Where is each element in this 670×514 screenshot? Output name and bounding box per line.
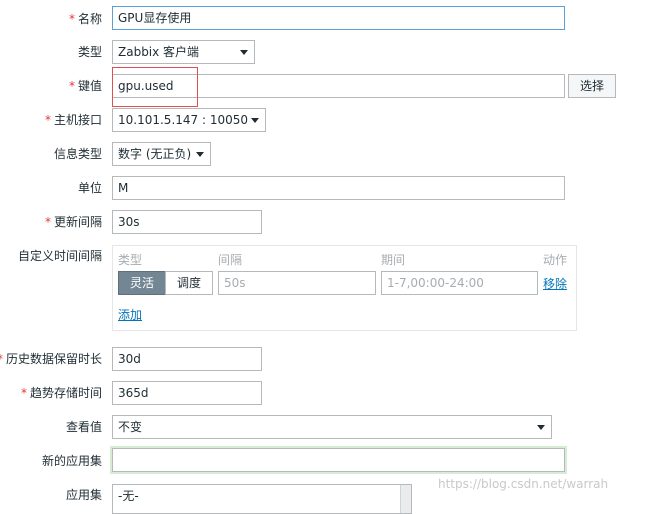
chevron-down-icon [537, 425, 545, 430]
applications-label: 应用集 [65, 488, 102, 502]
select-button[interactable]: 选择 [568, 74, 616, 98]
col-header-interval: 间隔 [218, 253, 243, 267]
mode-scheduling-button[interactable]: 调度 [165, 271, 213, 295]
type-select-value: Zabbix 客户端 [118, 45, 200, 59]
period-input[interactable]: 1-7,00:00-24:00 [381, 271, 538, 295]
custom-intervals-panel: 类型 间隔 期间 动作 灵活 调度 50s 1-7,00:00-24:00 移除… [112, 245, 577, 331]
key-label: * 键值 [68, 79, 102, 93]
new-application-label: 新的应用集 [41, 454, 102, 468]
custom-intervals-label: 自定义时间间隔 [17, 249, 102, 263]
type-select[interactable]: Zabbix 客户端 [112, 40, 255, 64]
chevron-down-icon [251, 118, 259, 123]
type-label: 类型 [77, 45, 102, 59]
name-input[interactable]: GPU显存使用 [112, 6, 565, 30]
show-value-select[interactable]: 不变 [112, 415, 552, 439]
col-header-period: 期间 [381, 253, 406, 267]
history-input[interactable]: 30d [112, 347, 262, 371]
units-input[interactable]: M [112, 176, 565, 200]
add-link[interactable]: 添加 [118, 306, 142, 323]
host-interface-label: * 主机接口 [44, 113, 102, 127]
info-type-label: 信息类型 [53, 147, 102, 161]
col-header-type: 类型 [118, 253, 143, 267]
update-interval-label: * 更新间隔 [44, 215, 102, 229]
interval-input[interactable]: 50s [218, 271, 376, 295]
col-header-action: 动作 [543, 253, 568, 267]
chevron-down-icon [196, 152, 204, 157]
new-application-input[interactable] [112, 448, 565, 472]
remove-link[interactable]: 移除 [543, 275, 567, 292]
host-interface-select[interactable]: 10.101.5.147 : 10050 [112, 108, 266, 132]
trends-input[interactable]: 365d [112, 381, 262, 405]
applications-listbox[interactable]: -无- [112, 484, 412, 514]
show-value-value: 不变 [118, 420, 143, 434]
update-interval-input[interactable]: 30s [112, 210, 262, 234]
info-type-value: 数字 (无正负) [118, 147, 192, 161]
info-type-select[interactable]: 数字 (无正负) [112, 142, 211, 166]
show-value-label: 查看值 [65, 420, 102, 434]
history-label: *历史数据保留时长 [0, 352, 102, 366]
applications-option[interactable]: -无- [118, 489, 139, 503]
trends-label: * 趋势存储时间 [20, 386, 102, 400]
applications-scrollbar[interactable] [400, 485, 411, 513]
watermark: https://blog.csdn.net/warrah [438, 477, 609, 491]
highlight-box [112, 67, 198, 107]
name-label: * 名称 [68, 12, 102, 26]
new-application-input-wrapper [110, 446, 567, 474]
mode-flexible-button[interactable]: 灵活 [118, 271, 166, 295]
host-interface-value: 10.101.5.147 : 10050 [118, 113, 249, 127]
chevron-down-icon [240, 50, 248, 55]
units-label: 单位 [77, 181, 102, 195]
